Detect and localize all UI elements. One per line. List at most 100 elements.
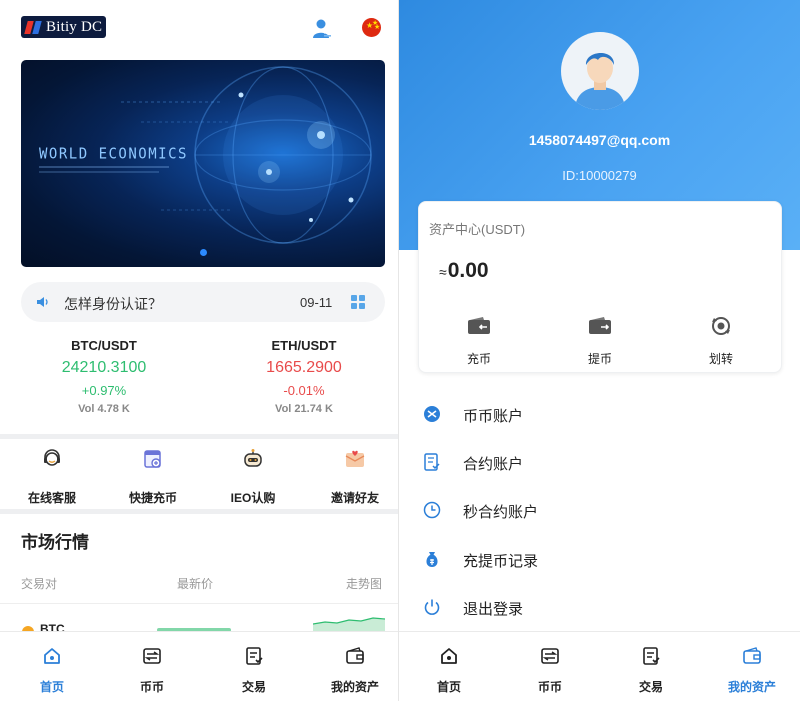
section-divider	[0, 434, 398, 439]
clock-icon	[423, 501, 441, 519]
menu-deposit-withdraw-records[interactable]: 充提币记录	[399, 538, 800, 586]
app-logo[interactable]: Bitiy DC	[21, 16, 106, 38]
tab-home[interactable]: 首页	[12, 646, 92, 695]
user-email: 1458074497@qq.com	[528, 132, 671, 148]
quick-invite[interactable]: 邀请好友	[305, 448, 398, 506]
deposit-label: 充币	[466, 352, 491, 366]
tab-label: 首页	[436, 680, 461, 694]
quick-ieo[interactable]: IEO认购	[203, 448, 303, 506]
ticker-volume: Vol 4.78 K	[78, 403, 130, 415]
home-icon	[441, 648, 457, 664]
language-flag-icon[interactable]: ★ ★ ★	[362, 18, 381, 37]
menu-label: 秒合约账户	[463, 504, 539, 521]
transfer-button[interactable]: 划转	[691, 316, 751, 367]
withdraw-label: 提币	[587, 352, 612, 366]
deposit-wallet-icon	[468, 317, 490, 334]
home-icon	[44, 648, 60, 664]
notice-text: 怎样身份认证？	[64, 296, 162, 312]
ticker-change: -0.01%	[283, 383, 325, 398]
tab-assets[interactable]: 我的资产	[712, 646, 792, 695]
asset-center-label: 资产中心(USDT)	[429, 222, 526, 237]
trade-icon	[643, 647, 660, 665]
menu-coin-account[interactable]: 币币账户	[399, 393, 800, 441]
market-header-trend: 走势图	[346, 577, 383, 591]
quick-label: IEO认购	[230, 491, 276, 505]
top-bar: Bitiy DC ★ ★ ★	[0, 0, 398, 56]
quick-customer-service[interactable]: 在线客服	[2, 448, 102, 506]
quick-label: 快捷充币	[128, 491, 177, 505]
tab-label: 首页	[39, 680, 64, 694]
avatar-person-icon	[575, 52, 625, 110]
user-profile-icon[interactable]	[312, 18, 332, 40]
user-id: ID:10000279	[562, 168, 637, 183]
approx-sign: ≈	[439, 264, 447, 280]
quick-label: 邀请好友	[330, 491, 379, 505]
tab-label: 我的资产	[330, 680, 379, 694]
ticker-btc[interactable]: BTC/USDT 24210.3100 +0.97% Vol 4.78 K	[14, 338, 194, 415]
trade-icon	[246, 647, 263, 665]
ticker-price: 24210.3100	[61, 359, 147, 376]
notice-bar[interactable]: 怎样身份认证？ 09-11	[21, 282, 385, 322]
coin-account-icon	[424, 406, 440, 422]
transfer-label: 划转	[708, 352, 733, 366]
avatar[interactable]	[561, 32, 639, 110]
ticker-price: 1665.2900	[266, 359, 342, 376]
ticker-pair: BTC/USDT	[71, 338, 137, 353]
tab-trade[interactable]: 交易	[611, 646, 691, 695]
speaker-icon	[37, 297, 48, 307]
tab-trade[interactable]: 交易	[214, 646, 294, 695]
deposit-button[interactable]: 充币	[449, 316, 509, 367]
tab-coin[interactable]: 币币	[112, 646, 192, 695]
ticker-change: +0.97%	[81, 383, 127, 398]
menu-label: 币币账户	[463, 408, 524, 425]
home-screen: Bitiy DC ★ ★ ★ WORLD ECONOMICS 怎样身份认证？ 0…	[0, 0, 398, 701]
menu-label: 退出登录	[463, 601, 524, 618]
ticker-eth[interactable]: ETH/USDT 1665.2900 -0.01% Vol 21.74 K	[214, 338, 394, 415]
logo-text: Bitiy DC	[46, 18, 103, 35]
tab-label: 币币	[139, 680, 164, 694]
quick-label: 在线客服	[27, 491, 76, 505]
contract-account-icon	[424, 453, 440, 471]
asset-total-value: ≈0.00	[439, 259, 489, 283]
coin-exchange-icon	[541, 648, 559, 664]
bottom-tab-bar: 首页 币币 交易 我的资产	[399, 631, 800, 701]
menu-label: 合约账户	[463, 456, 524, 473]
grid-menu-icon[interactable]	[351, 295, 365, 309]
banner-decor-line	[39, 171, 159, 173]
carousel-indicator[interactable]	[200, 249, 207, 256]
section-divider	[0, 509, 398, 514]
market-title: 市场行情	[21, 533, 89, 552]
power-icon	[424, 599, 440, 615]
market-header-pair: 交易对	[21, 577, 58, 591]
menu-label: 充提币记录	[463, 553, 539, 570]
sparkline-chart	[313, 617, 385, 632]
banner-title: WORLD ECONOMICS	[39, 145, 188, 163]
asset-center-card: 资产中心(USDT) ≈0.00 充币 提币 划转	[418, 201, 782, 373]
asset-amount: 0.00	[447, 259, 489, 282]
wallet-icon	[346, 647, 364, 664]
money-bag-icon	[426, 552, 438, 567]
ticker-pair: ETH/USDT	[271, 338, 337, 353]
quick-deposit-icon	[144, 450, 161, 468]
menu-logout[interactable]: 退出登录	[399, 586, 800, 634]
ticker-volume: Vol 21.74 K	[275, 403, 333, 415]
promo-banner[interactable]: WORLD ECONOMICS	[21, 60, 385, 267]
tab-assets[interactable]: 我的资产	[315, 646, 395, 695]
menu-second-contract-account[interactable]: 秒合约账户	[399, 489, 800, 537]
bottom-tab-bar: 首页 币币 交易 我的资产	[0, 631, 398, 701]
market-row[interactable]: BTC	[0, 604, 398, 638]
tab-label: 我的资产	[727, 680, 776, 694]
tab-label: 币币	[537, 680, 562, 694]
withdraw-button[interactable]: 提币	[570, 316, 630, 367]
quick-deposit[interactable]: 快捷充币	[103, 448, 203, 506]
market-header-price: 最新价	[177, 577, 214, 591]
tab-coin[interactable]: 币币	[510, 646, 590, 695]
tab-home[interactable]: 首页	[409, 646, 489, 695]
invite-envelope-icon	[345, 450, 365, 467]
globe-graphic	[121, 66, 372, 244]
tab-label: 交易	[241, 680, 266, 694]
menu-contract-account[interactable]: 合约账户	[399, 441, 800, 489]
tab-label: 交易	[638, 680, 663, 694]
coin-exchange-icon	[143, 648, 161, 664]
headset-icon	[44, 449, 60, 466]
